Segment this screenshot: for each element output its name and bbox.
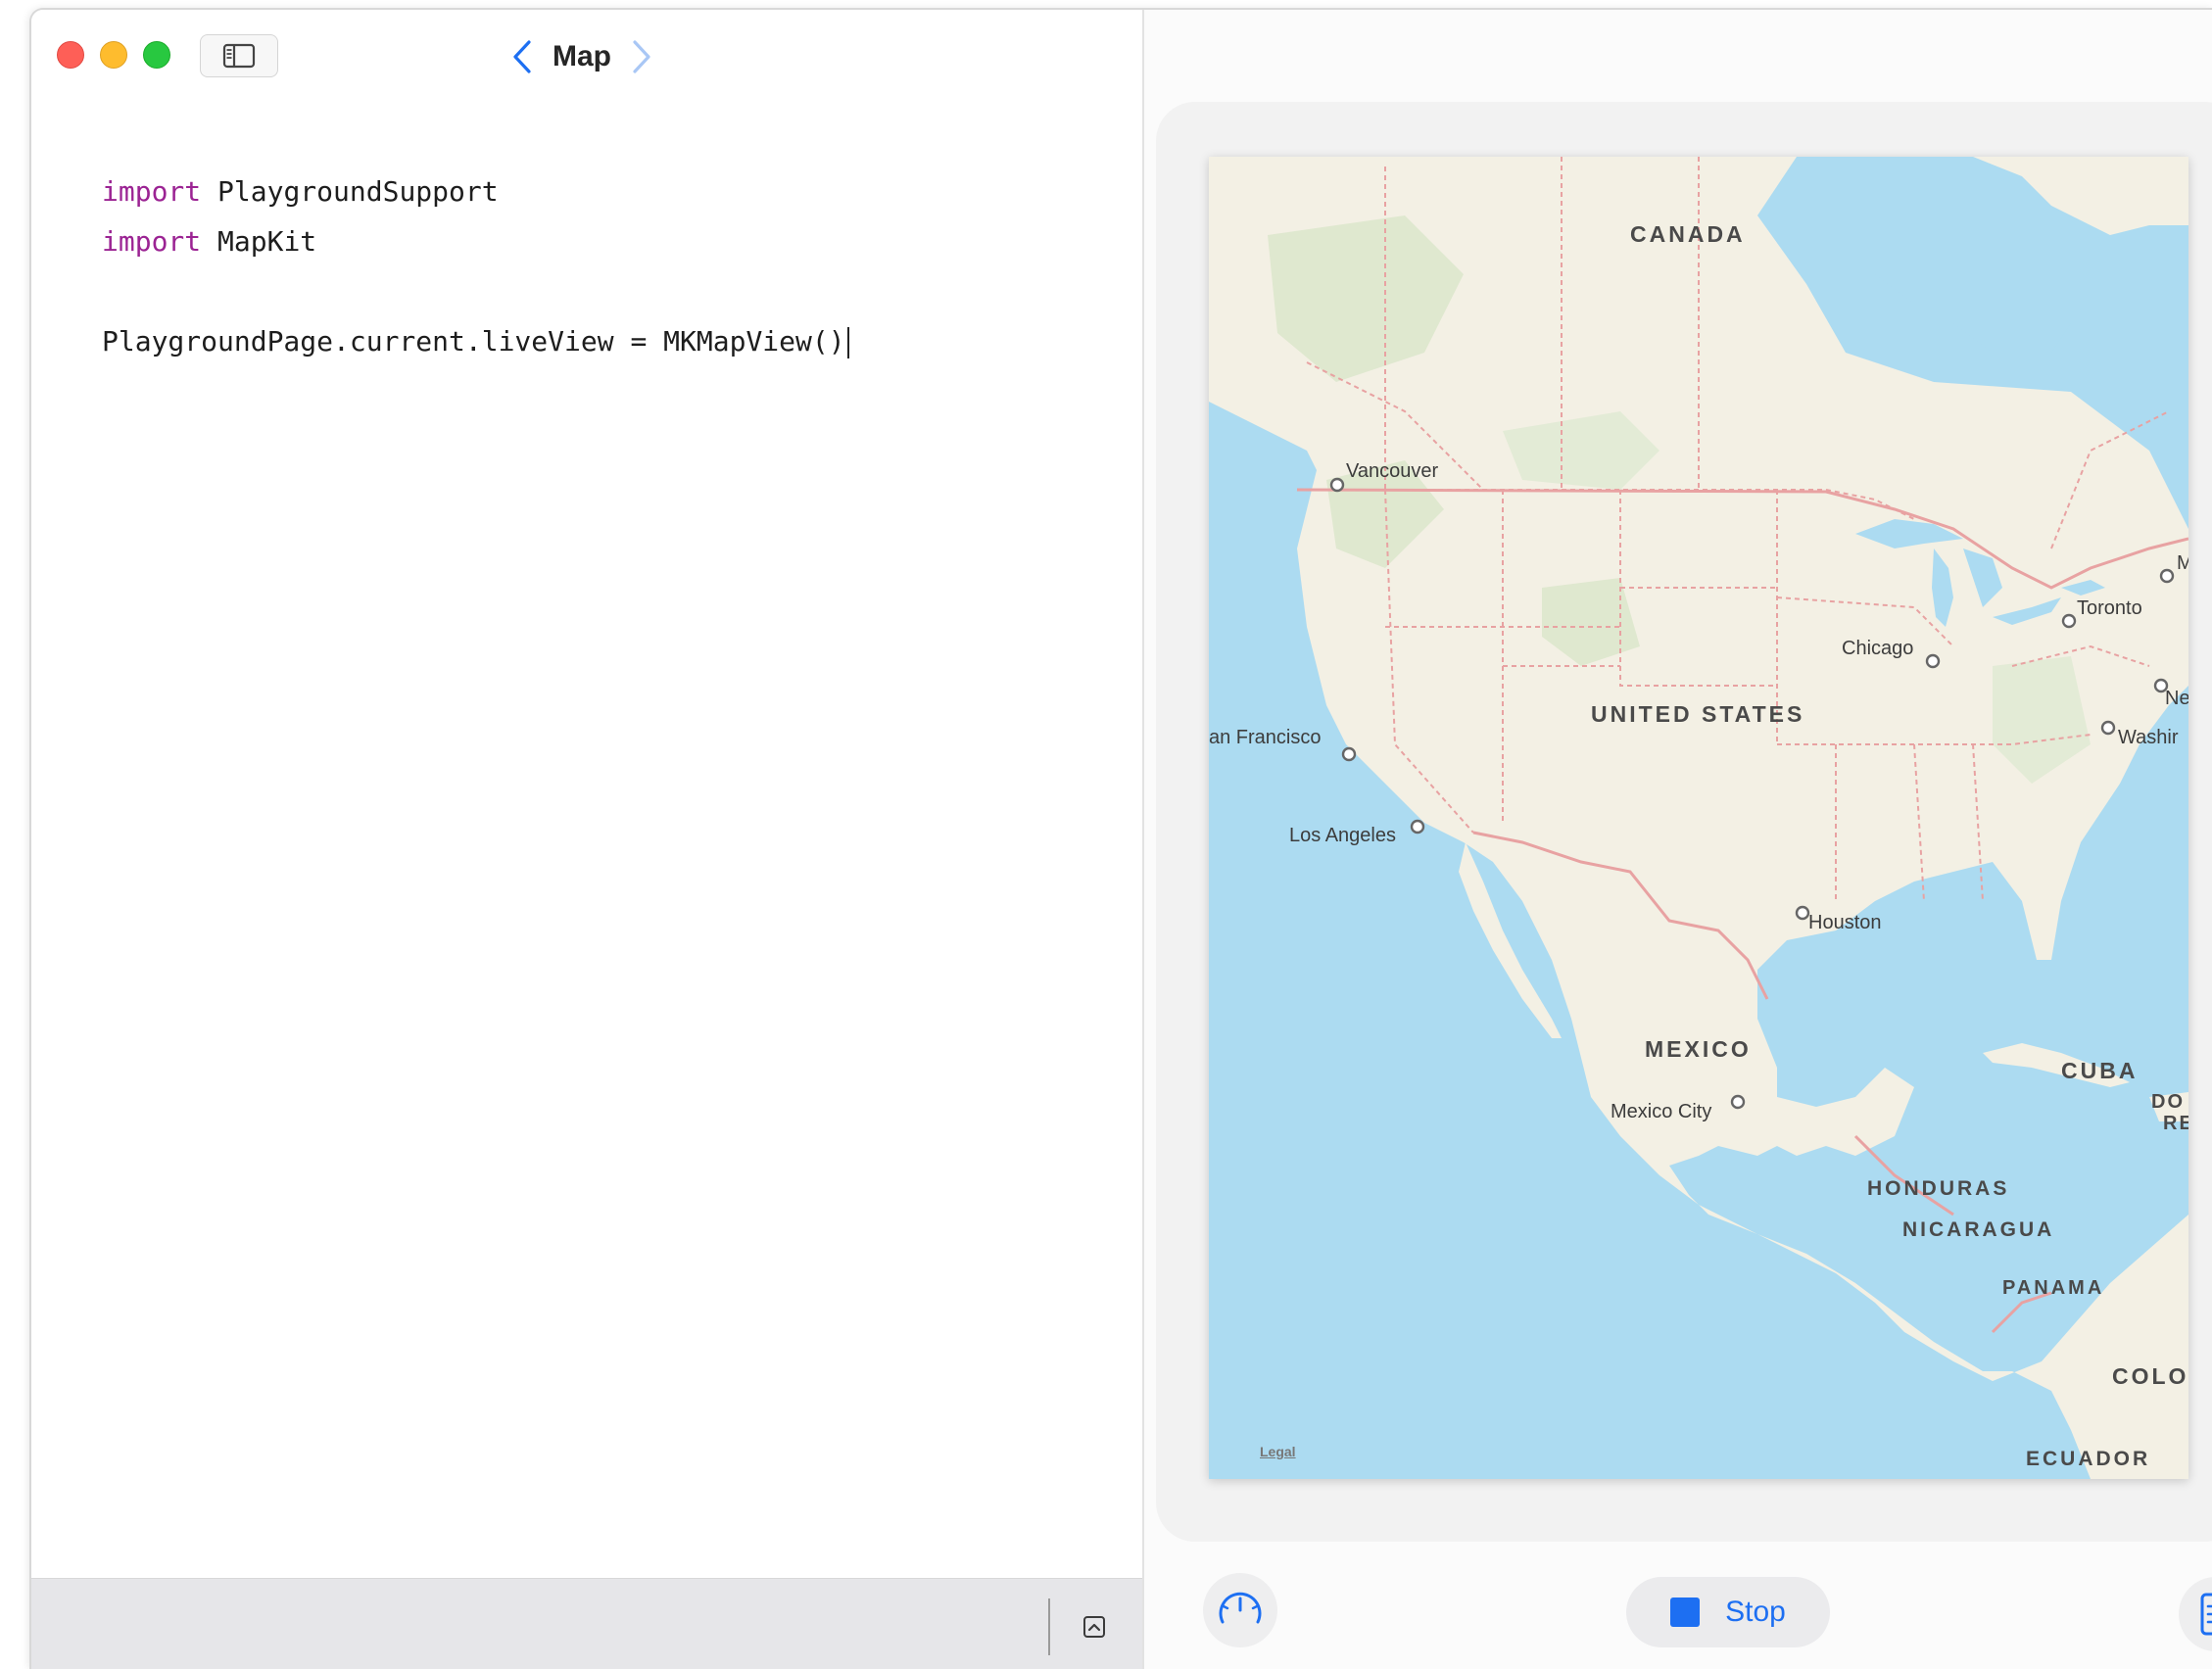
washington-marker [2100,720,2116,736]
city-label-chicago: Chicago [1842,638,1914,659]
code-text: MapKit [201,225,317,258]
city-label-vancouver: Vancouver [1346,460,1439,482]
city-label-new-york: Ne [2165,688,2188,709]
mexico-city-marker [1730,1094,1746,1110]
houston-marker [1795,905,1810,921]
stop-icon [1670,1597,1701,1627]
city-label-san-francisco: an Francisco [1209,727,1322,748]
sidebar-icon [222,43,256,69]
city-label-los-angeles: Los Angeles [1289,825,1396,846]
code-editor[interactable]: import PlaygroundSupport import MapKit P… [102,167,849,366]
country-label-dominican-republic-1: DO [2151,1091,2185,1113]
city-label-washington: Washir [2118,727,2179,748]
country-label-ecuador: ECUADOR [2026,1448,2151,1470]
los-angeles-marker [1410,819,1425,834]
chevron-left-icon[interactable] [511,39,533,74]
minimize-window-button[interactable] [100,41,127,69]
code-line[interactable] [102,266,849,316]
city-label-toronto: Toronto [2077,597,2142,619]
editor-bottom-bar [31,1578,1142,1669]
close-window-button[interactable] [57,41,84,69]
page-title: Map [553,40,611,72]
country-label-nicaragua: NICARAGUA [1902,1218,2055,1241]
stop-button-label: Stop [1725,1596,1786,1628]
code-text: PlaygroundSupport [201,175,499,208]
city-label-houston: Houston [1808,912,1882,933]
chevron-right-icon[interactable] [631,39,652,74]
country-label-dominican-republic-2: RE [2163,1113,2188,1134]
code-line[interactable]: import MapKit [102,216,849,266]
san-francisco-marker [1341,746,1357,762]
hudson-bay [1816,157,2071,372]
city-label-montreal: M [2177,552,2188,575]
code-line[interactable]: import PlaygroundSupport [102,167,849,216]
vancouver-marker [1329,477,1345,493]
document-button[interactable] [2179,1577,2212,1651]
sidebar-toggle-button[interactable] [200,34,278,77]
toronto-marker [2061,613,2077,629]
country-label-canada: CANADA [1630,221,1746,247]
country-label-panama: PANAMA [2002,1277,2105,1299]
map-view[interactable]: CANADA UNITED STATES MEXICO CUBA HONDURA… [1209,157,2188,1479]
country-label-honduras: HONDURAS [1867,1177,2010,1200]
expand-console-button[interactable] [1083,1616,1105,1638]
country-label-united-states: UNITED STATES [1591,701,1805,727]
zoom-window-button[interactable] [143,41,170,69]
divider [1048,1598,1050,1655]
country-label-colombia: COLOI [2112,1363,2188,1389]
speedometer-icon [1219,1592,1262,1624]
run-speed-button[interactable] [1203,1573,1277,1647]
editor-pane: Map import PlaygroundSupport import MapK… [31,10,1144,1669]
code-keyword: import [102,225,202,258]
map-legal-link[interactable]: Legal [1260,1444,1296,1459]
document-icon [2200,1593,2212,1636]
code-line[interactable]: PlaygroundPage.current.liveView = MKMapV… [102,316,849,366]
chevron-up-square-icon [1087,1623,1101,1632]
montreal-marker [2159,568,2175,584]
live-view-pane: CANADA UNITED STATES MEXICO CUBA HONDURA… [1144,10,2212,1669]
city-label-mexico-city: Mexico City [1611,1101,1712,1122]
code-keyword: import [102,175,202,208]
code-text: PlaygroundPage.current.liveView = MKMapV… [102,325,845,358]
stop-button[interactable]: Stop [1626,1577,1830,1647]
country-label-cuba: CUBA [2061,1058,2139,1083]
chicago-marker [1925,653,1941,669]
playground-window: Map import PlaygroundSupport import MapK… [29,8,2212,1669]
page-navigation: Map [511,27,652,86]
text-caret [846,327,849,358]
country-label-mexico: MEXICO [1645,1036,1752,1062]
